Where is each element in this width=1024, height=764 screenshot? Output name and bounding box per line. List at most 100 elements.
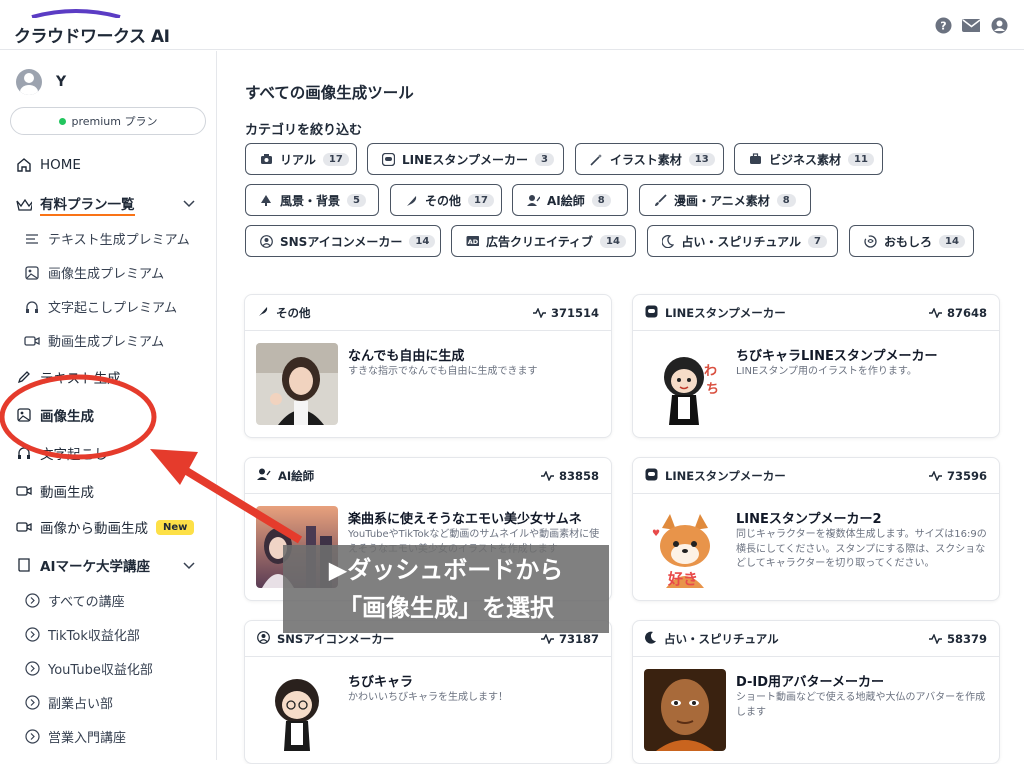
sidebar-item-fortune[interactable]: 副業占い部 xyxy=(24,693,113,712)
sidebar-item-home[interactable]: HOME xyxy=(16,157,81,173)
activity-icon xyxy=(540,633,554,644)
card-description: すきな指示でなんでも自由に生成できます xyxy=(348,366,538,377)
sidebar-item-all-courses[interactable]: すべての講座 xyxy=(24,591,125,610)
usage-count-value: 83858 xyxy=(558,468,599,483)
usage-count: 87648 xyxy=(928,306,987,320)
chevron-down-icon[interactable] xyxy=(182,559,196,573)
user-name: Y xyxy=(56,74,67,90)
headphones-icon xyxy=(24,299,40,315)
plan-badge[interactable]: premium プラン xyxy=(10,107,206,135)
sidebar-item-text-premium[interactable]: テキスト生成プレミアム xyxy=(24,229,190,248)
chip-count: 13 xyxy=(688,152,715,166)
usage-count-value: 371514 xyxy=(550,305,599,320)
tool-card[interactable]: 占い・スピリチュアル 58379 D-ID用アバターメーカー ショート動画などで… xyxy=(632,620,1000,764)
chevron-circle-icon xyxy=(24,729,40,745)
chip-count: 8 xyxy=(776,193,796,207)
sidebar-item-video-gen[interactable]: 動画生成 xyxy=(16,481,94,501)
header-icons: ? xyxy=(934,16,1008,34)
sidebar-item-label: HOME xyxy=(40,157,81,173)
card-description: 同じキャラクターを複数体生成します。サイズは16:9の横長にしてください。スタン… xyxy=(736,529,987,569)
card-category: 占い・スピリチュアル xyxy=(664,631,779,646)
tool-card[interactable]: LINEスタンプメーカー 87648 わち ちびキャラLINEスタンプメーカー … xyxy=(632,294,1000,438)
card-description: かわいいちびキャラを生成します！ xyxy=(348,692,508,703)
card-title: なんでも自由に生成 xyxy=(348,349,465,364)
chip-line-stamp[interactable]: LINEスタンプメーカー 3 xyxy=(367,143,564,175)
chip-label: 広告クリエイティブ xyxy=(486,234,594,249)
book-icon xyxy=(16,557,32,573)
chip-business[interactable]: ビジネス素材 11 xyxy=(734,143,883,175)
help-icon[interactable]: ? xyxy=(934,16,952,34)
card-header: AI絵師 83858 xyxy=(245,458,611,494)
chip-count: 11 xyxy=(848,152,874,166)
chip-count: 17 xyxy=(468,193,494,207)
line-icon xyxy=(382,152,395,166)
user-row[interactable]: Y xyxy=(16,69,66,95)
chip-funny[interactable]: おもしろ 14 xyxy=(849,225,974,257)
sidebar-item-label: TikTok収益化部 xyxy=(48,629,140,644)
sidebar-item-image-premium[interactable]: 画像生成プレミアム xyxy=(24,263,164,282)
sidebar-item-youtube[interactable]: YouTube収益化部 xyxy=(24,659,153,678)
tool-card[interactable]: SNSアイコンメーカー 73187 ちびキャラ かわいいちびキャラを生成します！ xyxy=(244,620,612,764)
chip-other[interactable]: その他 17 xyxy=(390,184,502,216)
sidebar-item-transcription[interactable]: 文字起こし xyxy=(16,443,108,463)
chip-illustration[interactable]: イラスト素材 13 xyxy=(575,143,724,175)
card-header: LINEスタンプメーカー 87648 xyxy=(633,295,999,331)
thumbnail-image: 好き ♥ xyxy=(644,506,726,588)
sidebar-item-label: 副業占い部 xyxy=(48,697,114,712)
thumbnail-image xyxy=(256,343,338,425)
mail-icon[interactable] xyxy=(962,16,980,34)
line-icon xyxy=(645,468,658,484)
activity-icon xyxy=(928,307,942,318)
chip-ai-artist[interactable]: AI絵師 8 xyxy=(512,184,628,216)
card-header: 占い・スピリチュアル 58379 xyxy=(633,621,999,657)
sidebar-item-text-gen[interactable]: テキスト生成 xyxy=(16,367,121,387)
tool-card[interactable]: その他 371514 なんでも自由に生成 すきな指示でなんでも自由に生成できます xyxy=(244,294,612,438)
tool-card[interactable]: LINEスタンプメーカー 73596 好き ♥ LINEスタンプメーカー2 同じキ… xyxy=(632,457,1000,601)
sidebar-item-label: 動画生成プレミアム xyxy=(48,335,165,350)
card-category: LINEスタンプメーカー xyxy=(665,468,786,483)
chip-fortune[interactable]: 占い・スピリチュアル 7 xyxy=(647,225,838,257)
plan-label: premium プラン xyxy=(71,115,158,128)
callout-line-2: 「画像生成」を選択 xyxy=(338,594,554,622)
sidebar-item-sales[interactable]: 営業入門講座 xyxy=(24,727,126,746)
sidebar-item-tiktok[interactable]: TikTok収益化部 xyxy=(24,625,140,644)
chevron-down-icon[interactable] xyxy=(182,197,196,211)
sidebar-item-ai-marketing-course[interactable]: AIマーケ大学講座 xyxy=(16,555,150,575)
usage-count-value: 58379 xyxy=(946,631,987,646)
chip-manga[interactable]: 漫画・アニメ素材 8 xyxy=(639,184,811,216)
chip-sns-icon[interactable]: SNSアイコンメーカー 14 xyxy=(245,225,441,257)
page-title: すべての画像生成ツール xyxy=(245,84,414,102)
tree-icon xyxy=(260,194,273,207)
main-content: すべての画像生成ツール カテゴリを絞り込む リアル 17 LINEスタンプメーカ… xyxy=(218,51,1024,764)
chip-ad-creative[interactable]: AD 広告クリエイティブ 14 xyxy=(451,225,636,257)
sidebar-item-label: 文字起こし xyxy=(40,447,108,463)
card-title: 楽曲系に使えそうなエモい美少女サムネ xyxy=(348,512,582,527)
user-circle-icon xyxy=(257,630,270,647)
sidebar-item-image-to-video[interactable]: 画像から動画生成 New xyxy=(16,517,195,537)
chip-real[interactable]: リアル 17 xyxy=(245,143,357,175)
sidebar-item-label: 営業入門講座 xyxy=(48,731,127,746)
crown-icon xyxy=(16,197,32,213)
sidebar-item-label: すべての講座 xyxy=(48,595,125,610)
pencil-icon xyxy=(16,369,32,385)
artist-icon xyxy=(527,194,540,207)
brush-icon xyxy=(654,193,667,207)
sidebar-item-video-premium[interactable]: 動画生成プレミアム xyxy=(24,331,164,350)
account-icon[interactable] xyxy=(990,16,1008,34)
activity-icon xyxy=(540,470,554,481)
chip-count: 3 xyxy=(535,152,554,166)
chevron-circle-icon xyxy=(24,661,40,677)
sidebar-item-image-gen[interactable]: 画像生成 xyxy=(16,405,94,425)
top-bar: クラウドワークス AI ? xyxy=(0,0,1024,50)
chevron-circle-icon xyxy=(24,593,40,609)
status-dot-icon xyxy=(58,117,66,125)
sidebar-item-paid-plans[interactable]: 有料プラン一覧 xyxy=(16,193,135,216)
sidebar-item-transcription-premium[interactable]: 文字起こしプレミアム xyxy=(24,297,177,316)
chip-label: 風景・背景 xyxy=(280,193,341,208)
sidebar: Y premium プラン HOME 有料プラン一覧 テキスト生成プレミアム 画… xyxy=(0,51,217,760)
svg-text:?: ? xyxy=(940,19,946,32)
chip-landscape[interactable]: 風景・背景 5 xyxy=(245,184,379,216)
card-category: AI絵師 xyxy=(278,468,315,483)
usage-count: 83858 xyxy=(540,468,599,483)
card-header: その他 371514 xyxy=(245,295,611,331)
